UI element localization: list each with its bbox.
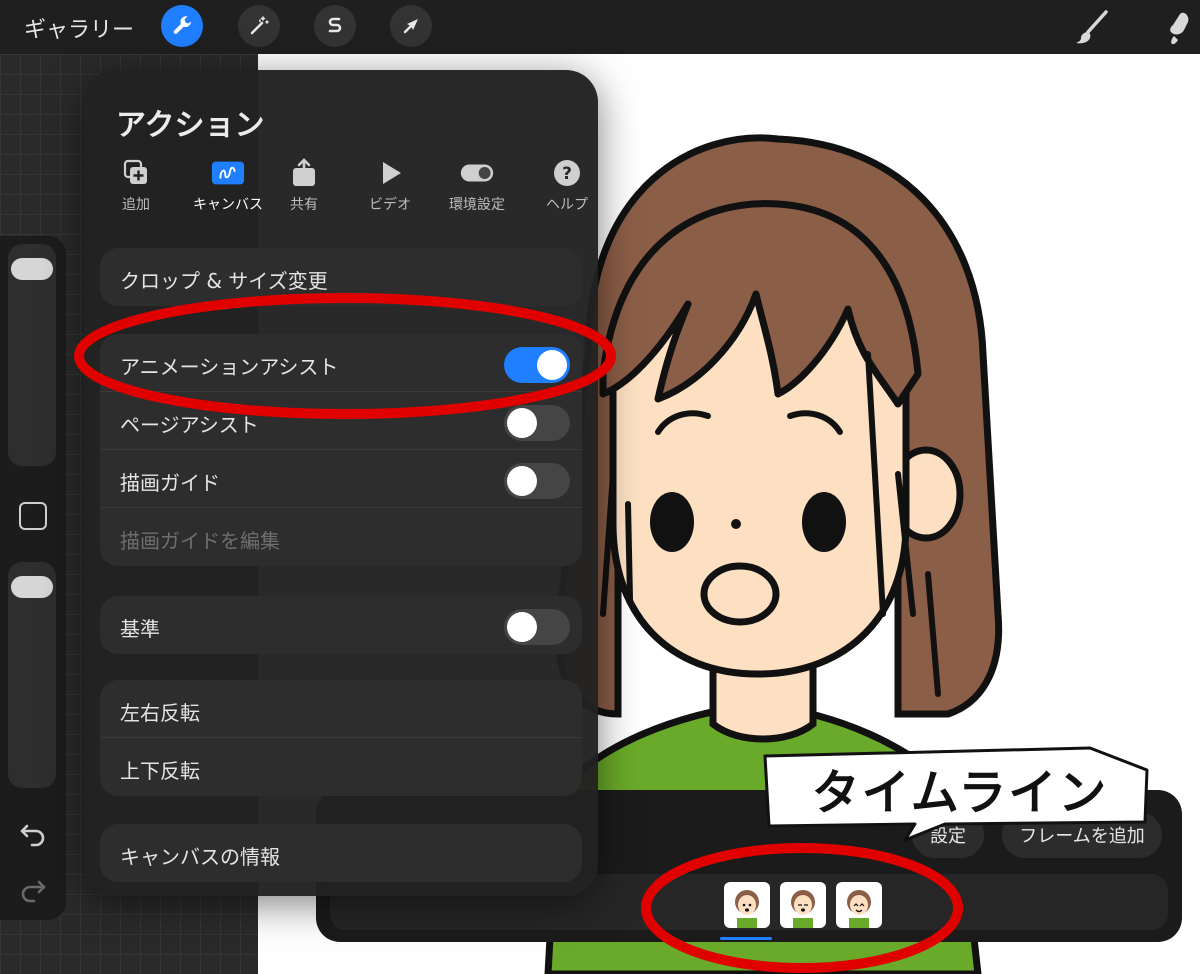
tab-prefs[interactable]: 環境設定 [432,158,522,218]
smudge-icon[interactable] [1160,6,1200,50]
crop-group: クロップ & サイズ変更 [100,248,582,306]
tab-video[interactable]: ビデオ [352,158,428,218]
timeline-callout-text: タイムライン [811,765,1109,821]
gallery-button[interactable]: ギャラリー [24,12,134,44]
timeline-frame-1[interactable] [724,882,770,928]
canvas-info-row[interactable]: キャンバスの情報 [100,824,582,882]
canvas-icon [211,158,245,188]
animation-assist-toggle[interactable] [504,347,570,383]
video-icon [373,158,407,188]
drawing-guide-toggle[interactable] [504,463,570,499]
left-sidebar [0,236,66,920]
share-icon [287,158,321,188]
brush-icon[interactable] [1070,6,1114,50]
add-icon [119,158,153,188]
reference-row: 基準 [100,596,582,654]
tab-add[interactable]: 追加 [98,158,174,218]
page-assist-toggle[interactable] [504,405,570,441]
timeline-frame-3[interactable] [836,882,882,928]
canvas-info-group: キャンバスの情報 [100,824,582,882]
actions-panel: アクション 追加 キャンバス 共有 ビデオ 環境設定 ? ヘルプ クロップ & … [84,70,598,896]
actions-tabs: 追加 キャンバス 共有 ビデオ 環境設定 ? ヘルプ [98,158,588,218]
selection-s-icon[interactable] [314,5,356,47]
flip-group: 左右反転 上下反転 [100,680,582,796]
selected-frame-indicator [720,937,772,940]
brush-size-knob[interactable] [11,258,53,280]
animation-assist-row: アニメーションアシスト [100,334,582,392]
opacity-knob[interactable] [11,576,53,598]
help-icon: ? [550,158,584,188]
page-assist-row: ページアシスト [100,392,582,450]
transform-arrow-icon[interactable] [390,5,432,47]
undo-icon[interactable] [18,818,48,848]
reference-toggle[interactable] [504,609,570,645]
timeline-frame-2[interactable] [780,882,826,928]
opacity-slider[interactable] [8,562,56,788]
brush-size-slider[interactable] [8,244,56,466]
actions-wrench-icon[interactable] [161,5,203,47]
tab-help[interactable]: ? ヘルプ [529,158,605,218]
panel-title: アクション [116,108,265,143]
reference-group: 基準 [100,596,582,654]
drawing-guide-row: 描画ガイド [100,450,582,508]
assist-group: アニメーションアシスト ページアシスト 描画ガイド 描画ガイドを編集 [100,334,582,566]
edit-drawing-guide-row[interactable]: 描画ガイドを編集 [100,508,582,566]
modify-square-button[interactable] [19,502,47,530]
prefs-toggle-icon [460,158,494,188]
flip-vertical-row[interactable]: 上下反転 [100,738,582,796]
top-toolbar: ギャラリー [0,0,1200,54]
adjustments-wand-icon[interactable] [238,5,280,47]
flip-horizontal-row[interactable]: 左右反転 [100,680,582,738]
redo-icon[interactable] [18,874,48,904]
crop-resize-row[interactable]: クロップ & サイズ変更 [100,248,582,306]
tab-share[interactable]: 共有 [266,158,342,218]
svg-text:?: ? [562,164,572,184]
tab-canvas[interactable]: キャンバス [182,158,274,218]
